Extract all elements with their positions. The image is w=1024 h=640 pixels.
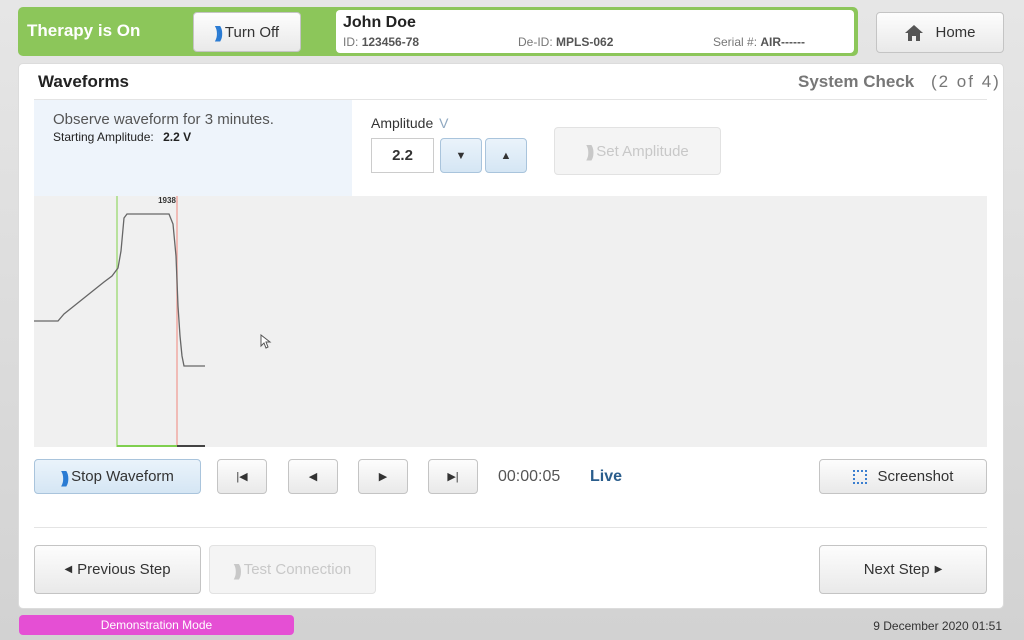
- waveform-trace: [34, 213, 205, 367]
- triangle-right-icon: ▶: [934, 564, 943, 575]
- starting-amplitude: Starting Amplitude: 2.2 V: [53, 130, 192, 144]
- amplitude-down-button[interactable]: ▼: [440, 138, 482, 173]
- previous-step-label: Previous Step: [77, 561, 171, 578]
- set-amplitude-label: Set Amplitude: [596, 142, 689, 160]
- home-icon: [905, 24, 924, 41]
- step-indicator: System Check (2 of 4): [798, 72, 1001, 91]
- skip-start-icon: |◀: [236, 471, 248, 483]
- wireless-icon: ))): [61, 466, 69, 487]
- stop-waveform-label: Stop Waveform: [71, 468, 174, 485]
- patient-serial: Serial #: AIR------: [713, 35, 806, 49]
- instruction-box: Observe waveform for 3 minutes. Starting…: [34, 100, 352, 196]
- test-connection-label: Test Connection: [243, 561, 352, 578]
- wireless-icon: ))): [233, 559, 242, 580]
- playback-time: 00:00:05: [498, 468, 561, 485]
- turn-off-button[interactable]: ))) Turn Off: [193, 12, 301, 52]
- amplitude-up-button[interactable]: ▲: [485, 138, 527, 173]
- skip-to-start-button[interactable]: |◀: [217, 459, 267, 494]
- patient-id: ID: 123456-78: [343, 35, 420, 49]
- turn-off-label: Turn Off: [224, 23, 280, 41]
- step-forward-button[interactable]: ▶: [358, 459, 408, 494]
- patient-name: John Doe: [343, 14, 416, 31]
- screenshot-icon: [852, 469, 867, 484]
- triangle-down-icon: ▼: [455, 149, 467, 162]
- nav-divider: [34, 527, 987, 528]
- live-indicator: Live: [590, 468, 623, 485]
- therapy-status-label: Therapy is On: [27, 21, 141, 40]
- waveform-chart: 1938: [34, 196, 987, 447]
- home-label: Home: [935, 24, 976, 41]
- patient-card: John Doe ID: 123456-78 De-ID: MPLS-062 S…: [336, 10, 854, 53]
- triangle-left-icon: ◀: [64, 564, 73, 575]
- patient-deid: De-ID: MPLS-062: [518, 35, 614, 49]
- screenshot-button[interactable]: Screenshot: [819, 459, 987, 494]
- wireless-icon: ))): [214, 22, 223, 42]
- buffer-progress-bar: [177, 445, 205, 447]
- previous-step-button[interactable]: ◀ Previous Step: [34, 545, 201, 594]
- home-button[interactable]: Home: [876, 12, 1004, 53]
- set-amplitude-button[interactable]: ))) Set Amplitude: [554, 127, 721, 175]
- step-back-button[interactable]: ◀: [288, 459, 338, 494]
- skip-to-end-button[interactable]: ▶|: [428, 459, 478, 494]
- panel-title: Waveforms: [38, 72, 130, 91]
- amplitude-value-field[interactable]: 2.2: [371, 138, 434, 173]
- play-icon: ▶: [378, 471, 388, 483]
- play-reverse-icon: ◀: [308, 471, 318, 483]
- marker-label: 1938: [158, 196, 176, 205]
- skip-end-icon: ▶|: [447, 471, 459, 483]
- stop-waveform-button[interactable]: ))) Stop Waveform: [34, 459, 201, 494]
- footer-datetime: 9 December 2020 01:51: [873, 619, 1002, 633]
- cursor-icon: [260, 334, 272, 349]
- instruction-text: Observe waveform for 3 minutes.: [53, 111, 274, 128]
- triangle-up-icon: ▲: [500, 149, 512, 162]
- test-connection-button[interactable]: ))) Test Connection: [209, 545, 376, 594]
- demonstration-mode-badge: Demonstration Mode: [19, 615, 294, 635]
- elapsed-progress-bar: [117, 445, 177, 447]
- next-step-label: Next Step: [863, 561, 930, 578]
- next-step-button[interactable]: Next Step ▶: [819, 545, 987, 594]
- waveform-svg: 1938: [34, 196, 205, 447]
- amplitude-label: Amplitude V: [371, 115, 449, 131]
- screenshot-label: Screenshot: [877, 468, 954, 485]
- wireless-icon: ))): [586, 141, 594, 161]
